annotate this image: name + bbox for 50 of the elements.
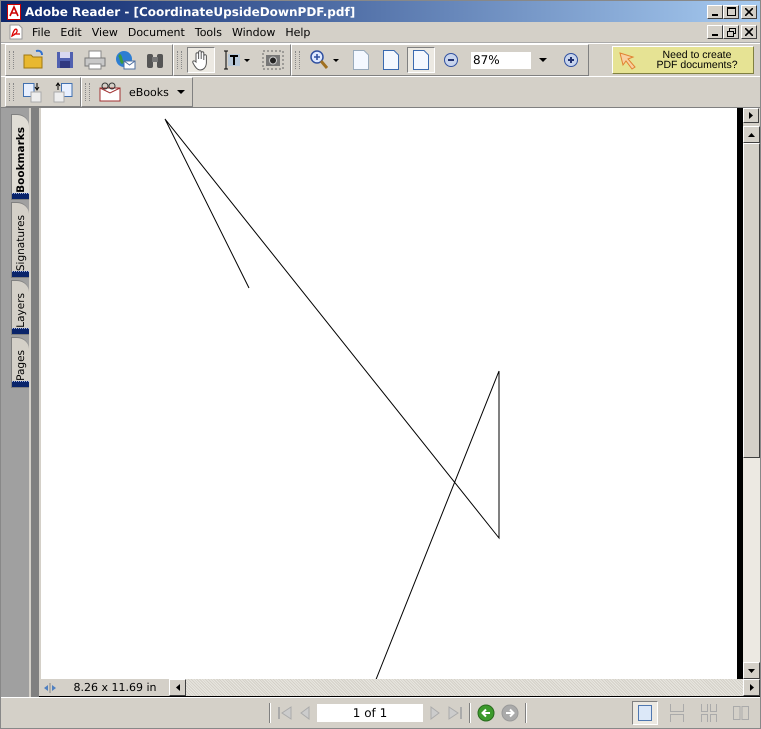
hand-icon[interactable] <box>187 47 215 73</box>
scroll-down-button[interactable] <box>743 662 760 679</box>
minimize-button[interactable] <box>707 25 723 39</box>
menu-item[interactable]: Help <box>280 26 316 38</box>
triangle-left-icon <box>176 684 180 691</box>
pdf-icon <box>7 4 21 20</box>
side-tab[interactable]: Pages <box>11 336 29 388</box>
menu-item[interactable]: Edit <box>55 26 87 38</box>
close-icon <box>745 28 753 36</box>
side-tab[interactable]: Layers <box>11 280 29 335</box>
scroll-thumb[interactable] <box>743 143 760 458</box>
restore-icon <box>726 28 736 36</box>
window-title: Adobe Reader - [CoordinateUpsideDownPDF.pdf] <box>25 4 356 18</box>
close-button[interactable] <box>741 4 757 18</box>
ebook-icon <box>99 82 121 102</box>
close-button[interactable] <box>741 25 757 39</box>
page-number-field[interactable]: 1 of 1 <box>317 704 423 722</box>
menu-item[interactable]: Document <box>122 26 190 38</box>
triangle-down-icon <box>748 668 755 672</box>
scroll-left-button[interactable] <box>169 679 186 696</box>
dropdown-arrow-icon[interactable] <box>539 58 547 62</box>
page-size-label: 8.26 x 11.69 in <box>72 681 158 694</box>
close-icon <box>745 8 753 16</box>
triangle-right-icon <box>749 112 753 119</box>
maximize-icon <box>726 7 736 16</box>
minimize-button[interactable] <box>707 4 723 18</box>
zoom-field[interactable]: 87% <box>471 52 531 68</box>
forward-icon[interactable] <box>501 704 519 722</box>
restore-button[interactable] <box>723 25 739 39</box>
maximize-button[interactable] <box>723 4 739 18</box>
pdf-document-icon <box>9 24 23 40</box>
side-tab[interactable]: Signatures <box>11 202 29 278</box>
panel-toggle-button[interactable] <box>743 108 759 123</box>
back-icon[interactable] <box>477 704 495 722</box>
side-tab[interactable]: Bookmarks <box>11 114 29 200</box>
minimize-icon <box>712 34 718 36</box>
caret-icon <box>176 90 185 94</box>
menu-item[interactable]: Tools <box>190 26 227 38</box>
create-pdf-button[interactable]: Need to create PDF documents? <box>612 46 754 74</box>
fit-width-icon[interactable] <box>407 47 435 73</box>
triangle-right-icon <box>750 684 754 691</box>
menu-item[interactable]: View <box>86 26 123 38</box>
menu-item[interactable]: Window <box>226 26 280 38</box>
menu-item[interactable]: File <box>27 26 56 38</box>
resize-handle-icon[interactable] <box>43 680 57 694</box>
triangle-up-icon <box>748 132 755 136</box>
single-page-icon[interactable] <box>632 701 658 725</box>
scroll-right-button[interactable] <box>743 679 760 696</box>
scroll-up-button[interactable] <box>743 126 760 143</box>
minimize-icon <box>712 14 718 16</box>
